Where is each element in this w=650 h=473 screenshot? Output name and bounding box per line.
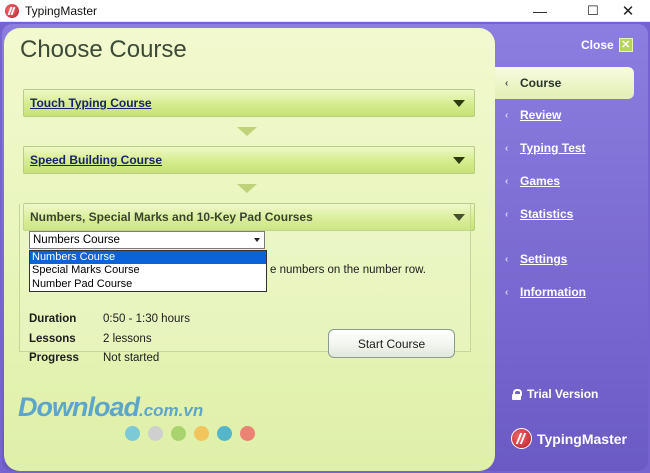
- course-bar-touch-typing[interactable]: Touch Typing Course: [23, 89, 475, 117]
- chevron-left-icon: ‹: [505, 286, 509, 298]
- sidebar-item-label: Information: [520, 285, 586, 299]
- trial-version-label[interactable]: Trial Version: [527, 387, 598, 401]
- dropdown-option[interactable]: Number Pad Course: [30, 278, 266, 291]
- sidebar-item-review[interactable]: ‹ Review: [505, 108, 561, 122]
- watermark-dot: [171, 426, 186, 441]
- trial-version-link[interactable]: Trial Version: [512, 387, 598, 401]
- chevron-left-icon: ‹: [505, 175, 509, 187]
- lessons-value: 2 lessons: [103, 333, 152, 345]
- duration-value: 0:50 - 1:30 hours: [103, 313, 190, 325]
- sidebar-item-label: Course: [520, 76, 562, 90]
- course-select-dropdown[interactable]: Numbers Course Special Marks Course Numb…: [29, 250, 267, 292]
- course-bar-speed-building[interactable]: Speed Building Course: [23, 146, 475, 174]
- progress-value: Not started: [103, 352, 160, 364]
- sidebar-item-label: Statistics: [520, 207, 574, 221]
- course-description: e numbers on the number row.: [270, 264, 426, 276]
- watermark-text: Download: [18, 392, 140, 422]
- sidebar-item-games[interactable]: ‹ Games: [505, 174, 560, 188]
- course-link-speed-building[interactable]: Speed Building Course: [30, 153, 162, 167]
- sidebar-item-label: Review: [520, 108, 562, 122]
- expand-arrow-icon[interactable]: [453, 100, 465, 107]
- progress-label: Progress: [29, 352, 79, 364]
- chevron-left-icon: ‹: [505, 208, 509, 220]
- chevron-left-icon: ‹: [505, 142, 509, 154]
- watermark-dot: [194, 426, 209, 441]
- chevron-left-icon: ‹: [505, 77, 509, 89]
- lock-icon: [512, 388, 522, 400]
- close-label[interactable]: Close: [581, 38, 614, 52]
- page-title: Choose Course: [20, 36, 187, 63]
- sidebar-item-label: Settings: [520, 252, 568, 266]
- duration-label: Duration: [29, 313, 77, 325]
- typingmaster-logo-icon: [5, 3, 19, 18]
- flow-arrow-icon: [237, 127, 257, 136]
- sidebar-item-label: Games: [520, 174, 561, 188]
- flow-arrow-icon: [237, 184, 257, 193]
- expand-arrow-icon[interactable]: [453, 157, 465, 164]
- window-close-button[interactable]: ✕: [606, 0, 650, 22]
- sidebar-item-label: Typing Test: [520, 141, 586, 155]
- typingmaster-logo-icon: [511, 428, 532, 449]
- chevron-left-icon: ‹: [505, 109, 509, 121]
- sidebar-item-settings[interactable]: ‹ Settings: [505, 252, 567, 266]
- lessons-label: Lessons: [29, 333, 76, 345]
- watermark-dot: [217, 426, 232, 441]
- watermark: Download.com.vn: [18, 392, 203, 423]
- course-link-touch-typing[interactable]: Touch Typing Course: [30, 96, 152, 110]
- dropdown-option[interactable]: Numbers Course: [30, 251, 266, 265]
- watermark-dots: [125, 426, 255, 441]
- watermark-suffix: .com.vn: [139, 401, 204, 420]
- start-course-button[interactable]: Start Course: [328, 329, 455, 358]
- sidebar-item-typing-test[interactable]: ‹ Typing Test: [505, 141, 586, 155]
- sidebar-item-statistics[interactable]: ‹ Statistics: [505, 207, 573, 221]
- close-link[interactable]: Close ✕: [581, 38, 633, 52]
- window-title: TypingMaster: [25, 3, 98, 18]
- sidebar-item-course[interactable]: ‹ Course: [495, 67, 634, 99]
- chevron-left-icon: ‹: [505, 253, 509, 265]
- sidebar-item-information[interactable]: ‹ Information: [505, 285, 586, 299]
- minimize-button[interactable]: —: [518, 0, 562, 22]
- chevron-down-icon[interactable]: [249, 232, 264, 248]
- course-select-value: Numbers Course: [33, 234, 120, 246]
- title-bar: TypingMaster — ☐ ✕: [0, 0, 650, 22]
- dropdown-option[interactable]: Special Marks Course: [30, 264, 266, 277]
- brand: TypingMaster: [511, 428, 627, 449]
- watermark-dot: [240, 426, 255, 441]
- watermark-dot: [148, 426, 163, 441]
- course-select[interactable]: Numbers Course: [29, 231, 265, 249]
- watermark-dot: [125, 426, 140, 441]
- brand-name: TypingMaster: [537, 430, 627, 447]
- close-icon[interactable]: ✕: [618, 38, 633, 52]
